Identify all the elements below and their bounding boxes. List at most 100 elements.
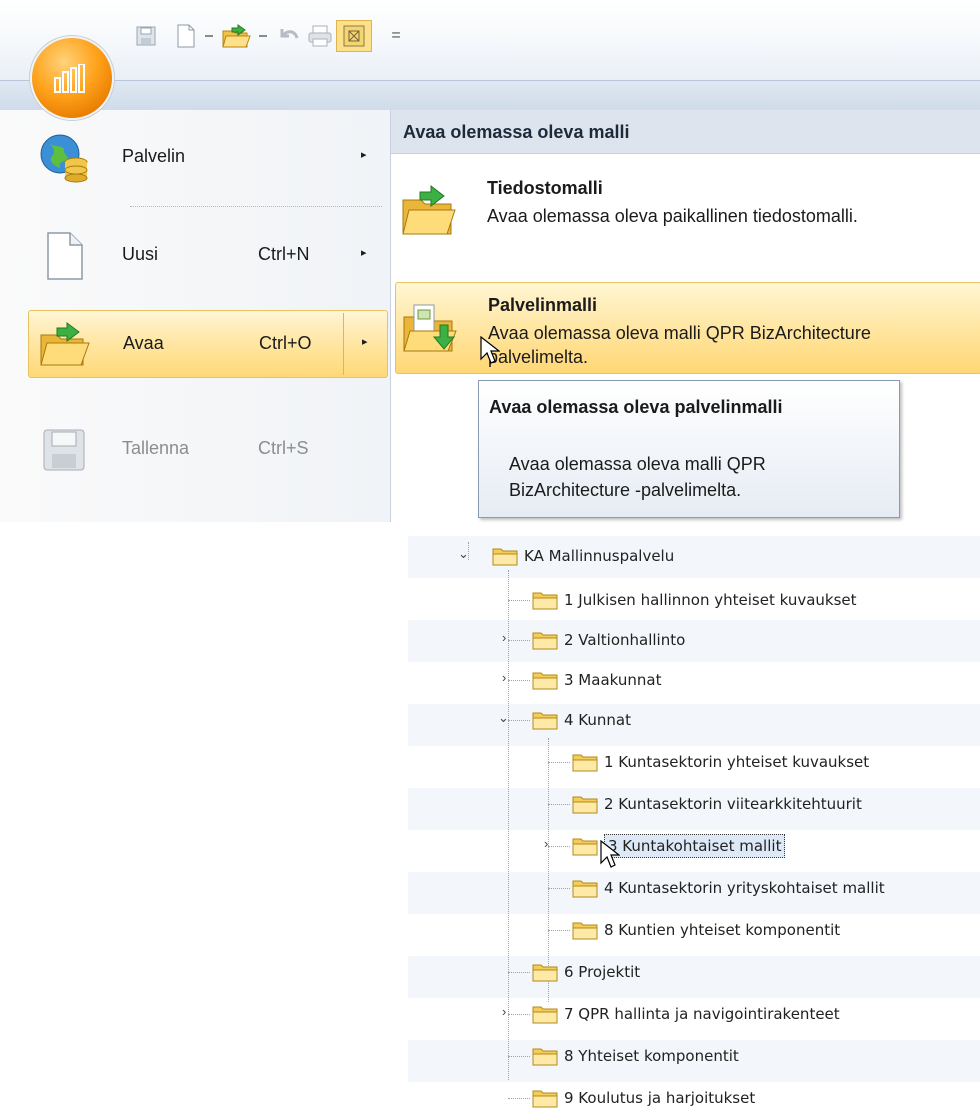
folder-icon [532,672,558,690]
open-folder-icon [402,184,456,235]
qat-customize-button[interactable]: = [382,20,410,52]
menu-left-pane: Palvelin ▸ Uusi Ctrl+N ▸ Avaa Ctrl+O ▸ T… [0,110,391,522]
print-icon [308,25,332,47]
tree-node[interactable]: 3 Maakunnat [532,664,661,696]
tooltip-title: Avaa olemassa oleva palvelinmalli [489,397,783,417]
menu-item-avaa[interactable]: Avaa Ctrl+O ▸ [28,310,388,378]
option-description: Avaa olemassa oleva paikallinen tiedosto… [487,206,858,226]
undo-icon [280,29,299,39]
ribbon-strip [0,80,980,112]
submenu-arrow-icon: ▸ [361,247,367,259]
tree-collapse-toggle[interactable]: › [502,630,506,645]
tree-node-label: 8 Kuntien yhteiset komponentit [604,921,841,939]
tree-node-label: 8 Yhteiset komponentit [564,1047,739,1065]
tree-expand-toggle[interactable]: ⌄ [498,710,509,726]
open-folder-icon [40,322,90,366]
option-tiedostomalli[interactable]: Tiedostomalli Avaa olemassa oleva paikal… [395,166,980,256]
menu-item-label: Uusi [122,244,159,264]
option-title: Palvelinmalli [488,295,598,315]
qat-save-button[interactable] [132,20,160,52]
menu-item-tallenna[interactable]: Tallenna Ctrl+S [28,416,386,482]
tree-node[interactable]: 8 Yhteiset komponentit [532,1040,739,1072]
mouse-cursor-icon [600,840,620,868]
folder-icon [572,922,598,940]
tree-node-label: 7 QPR hallinta ja navigointirakenteet [564,1005,840,1023]
tree-node-label: 2 Kuntasektorin viitearkkitehtuurit [604,795,862,813]
menu-item-palvelin[interactable]: Palvelin ▸ [28,124,386,190]
tree-node-label: 3 Maakunnat [564,671,662,689]
save-icon [136,26,156,46]
tree-node-label: 3 Kuntakohtaiset mallit [604,834,786,858]
tree-node-label: 1 Kuntasektorin yhteiset kuvaukset [604,753,870,771]
option-title: Tiedostomalli [487,178,603,198]
tree-node[interactable]: 9 Koulutus ja harjoitukset [532,1082,755,1114]
folder-icon [572,754,598,772]
menu-item-label: Tallenna [122,438,190,458]
frame-icon [343,25,365,47]
mouse-cursor-icon [480,336,500,364]
option-description-line2: palvelimelta. [488,347,589,367]
tree-node[interactable]: 7 QPR hallinta ja navigointirakenteet [532,998,840,1030]
menu-separator [130,206,382,207]
save-icon [43,429,85,471]
folder-icon [532,964,558,982]
tree-node-root[interactable]: KA Mallinnuspalvelu [492,540,674,572]
tree-node-label: 9 Koulutus ja harjoitukset [564,1089,756,1107]
qat-new-button[interactable] [172,20,200,52]
tree-expand-toggle[interactable]: ⌄ [458,546,469,562]
new-document-icon [177,24,195,48]
folder-icon [532,712,558,730]
submenu-header: Avaa olemassa oleva malli [391,110,980,154]
qat-new-dropdown[interactable] [203,20,217,52]
app-logo-icon [54,64,85,93]
tree-node-label: KA Mallinnuspalvelu [524,547,675,565]
folder-icon [532,592,558,610]
qat-open-button[interactable] [220,20,254,52]
menu-item-label: Avaa [123,333,164,353]
tree-node-label: 4 Kunnat [564,711,631,729]
tree-node[interactable]: 6 Projektit [532,956,640,988]
server-model-icon [403,304,457,352]
open-folder-icon [222,24,251,48]
tree-node[interactable]: 4 Kuntasektorin yrityskohtaiset mallit [572,872,885,904]
menu-item-label: Palvelin [122,146,186,166]
dropdown-dash-icon [205,35,213,37]
tree-node[interactable]: 1 Kuntasektorin yhteiset kuvaukset [572,746,869,778]
option-description: Avaa olemassa oleva malli QPR BizArchite… [488,323,871,343]
server-globe-icon [40,134,88,183]
folder-icon [532,1090,558,1108]
qat-frame-button[interactable] [336,20,372,52]
split-divider [343,313,344,375]
menu-item-uusi[interactable]: Uusi Ctrl+N ▸ [28,222,386,288]
tree-node[interactable]: 4 Kunnat [532,704,631,736]
folder-icon [572,838,598,856]
dropdown-dash-icon [259,35,267,37]
tree-node[interactable]: 1 Julkisen hallinnon yhteiset kuvaukset [532,584,857,616]
tree-node[interactable]: 8 Kuntien yhteiset komponentit [572,914,840,946]
qat-undo-button[interactable] [274,20,302,52]
tree-collapse-toggle[interactable]: › [502,670,506,685]
tree-collapse-toggle[interactable]: › [502,1004,506,1019]
tooltip: Avaa olemassa oleva palvelinmalli Avaa o… [478,380,900,518]
folder-icon [532,1048,558,1066]
tree-node[interactable]: 2 Kuntasektorin viitearkkitehtuurit [572,788,862,820]
tree-node-label: 1 Julkisen hallinnon yhteiset kuvaukset [564,591,857,609]
model-tree: ⌄ KA Mallinnuspalvelu 1 Julkisen hallinn… [408,522,980,1116]
qat-print-button[interactable] [306,20,334,52]
tree-collapse-toggle[interactable]: › [544,836,548,851]
qat-open-dropdown[interactable] [257,20,271,52]
new-document-icon [47,232,83,280]
menu-item-shortcut: Ctrl+O [259,333,312,353]
folder-icon [572,880,598,898]
folder-icon [572,796,598,814]
submenu-arrow-icon: ▸ [362,336,368,348]
tree-node[interactable]: 2 Valtionhallinto [532,624,685,656]
menu-item-shortcut: Ctrl+S [258,438,309,458]
tree-node-label: 2 Valtionhallinto [564,631,686,649]
tree-node-label: 6 Projektit [564,963,641,981]
application-menu-button[interactable] [32,38,112,118]
tree-node-label: 4 Kuntasektorin yrityskohtaiset mallit [604,879,885,897]
submenu-arrow-icon: ▸ [361,149,367,161]
menu-item-shortcut: Ctrl+N [258,244,310,264]
folder-icon [532,1006,558,1024]
